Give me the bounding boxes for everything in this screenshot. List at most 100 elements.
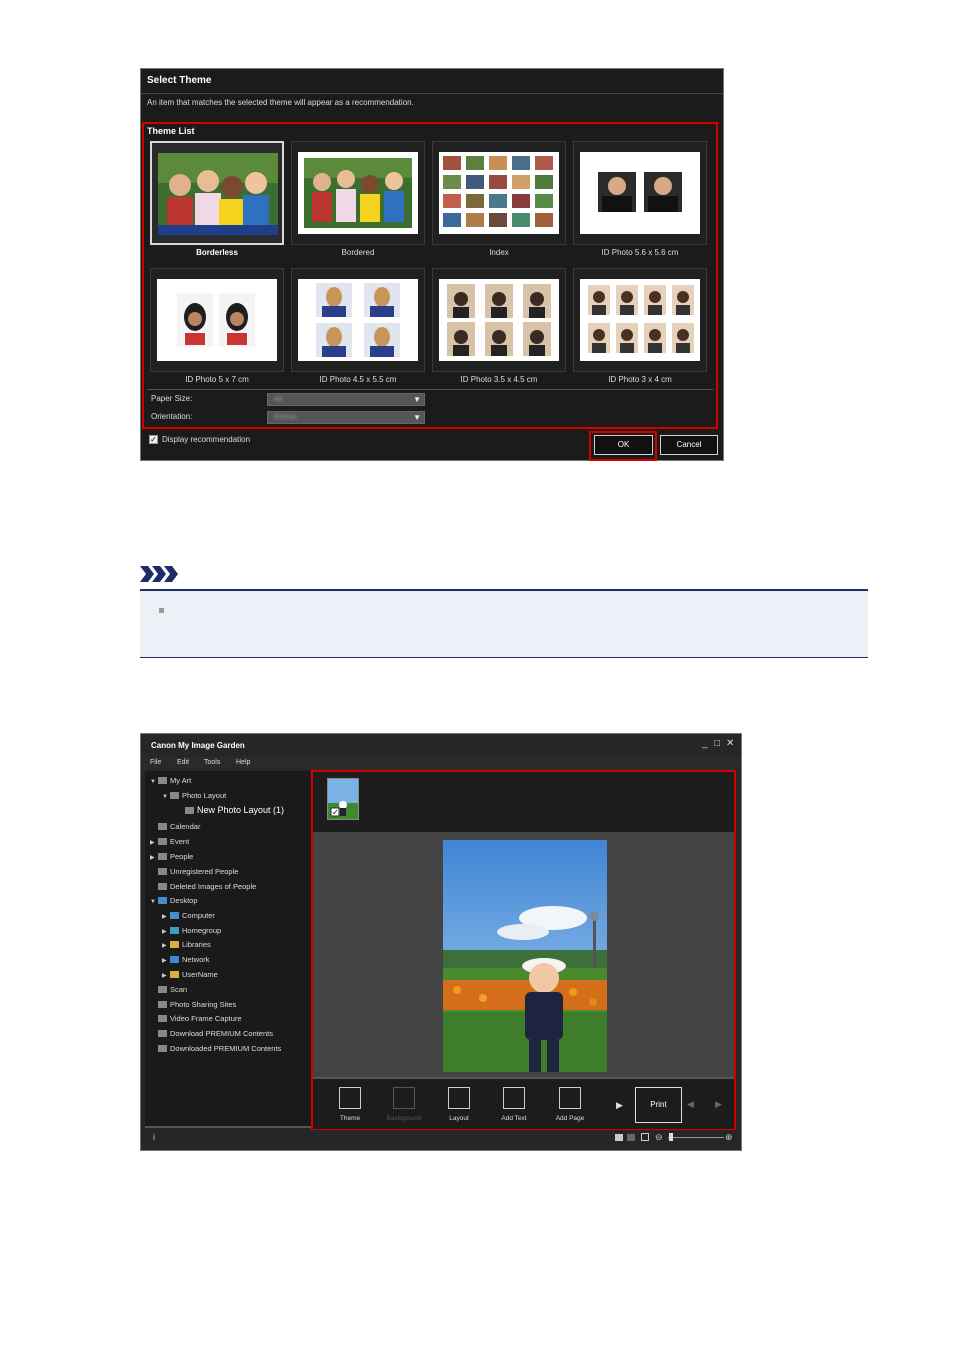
sidebar-item-network[interactable]: ▶ Network <box>162 955 210 964</box>
view-mode-icon[interactable] <box>615 1134 623 1141</box>
maximize-icon[interactable]: □ <box>714 738 720 749</box>
sidebar-item-people[interactable]: ▶ People <box>150 852 193 861</box>
desktop-icon <box>158 897 167 904</box>
options-divider <box>147 389 713 390</box>
person-icon <box>158 868 167 875</box>
close-icon[interactable]: ✕ <box>726 738 734 749</box>
chevron-down-icon: ▼ <box>150 779 156 785</box>
sidebar-item-computer[interactable]: ▶ Computer <box>162 911 215 920</box>
download-icon <box>158 1030 167 1037</box>
folder-icon <box>170 971 179 978</box>
orientation-value: Portrait <box>274 414 297 421</box>
zoom-slider-thumb[interactable] <box>669 1133 673 1141</box>
theme-label: ID Photo 3.5 x 4.5 cm <box>460 375 538 384</box>
fit-to-window-icon[interactable] <box>641 1133 649 1141</box>
menu-tools[interactable]: Tools <box>204 759 220 766</box>
kids-photo-icon <box>158 153 278 235</box>
theme-id-photo-3-4[interactable] <box>573 268 707 372</box>
theme-id-photo-4-5-5-5[interactable] <box>291 268 425 372</box>
theme-preview <box>439 279 559 361</box>
window-title: Canon My Image Garden <box>151 741 245 750</box>
sidebar-item-homegroup[interactable]: ▶ Homegroup <box>162 926 221 935</box>
theme-id-photo-5-7[interactable] <box>150 268 284 372</box>
zoom-in-icon[interactable]: ⊕ <box>725 1132 733 1143</box>
display-recommendation-checkbox[interactable]: ✓ <box>149 435 158 444</box>
theme-label: ID Photo 5 x 7 cm <box>185 375 249 384</box>
theme-preview <box>298 279 418 361</box>
sidebar-item-label: Event <box>170 837 190 846</box>
sidebar-item-label: Network <box>182 955 210 964</box>
theme-id-photo-3-5-4-5[interactable] <box>432 268 566 372</box>
sidebar-item-label: Deleted Images of People <box>170 882 257 891</box>
sidebar-item-download-premium[interactable]: Download PREMIUM Contents <box>158 1029 273 1038</box>
sidebar-item-video-frame-capture[interactable]: Video Frame Capture <box>158 1014 242 1023</box>
cancel-button[interactable]: Cancel <box>660 435 718 455</box>
sidebar-item-label: Homegroup <box>182 926 222 935</box>
scan-icon <box>158 986 167 993</box>
calendar-icon <box>158 823 167 830</box>
paper-size-label: Paper Size: <box>151 394 193 403</box>
sidebar-item-label: Scan <box>170 985 188 994</box>
id-photo-icon <box>588 285 694 353</box>
sidebar-item-label: Photo Layout <box>182 791 227 800</box>
sidebar-item-desktop[interactable]: ▼ Desktop <box>150 896 198 905</box>
theme-label: ID Photo 5.6 x 5.6 cm <box>601 248 679 257</box>
theme-bordered[interactable] <box>291 141 425 245</box>
chevron-right-icon: ▶ <box>162 973 167 979</box>
sidebar-item-downloaded-premium[interactable]: Downloaded PREMIUM Contents <box>158 1044 281 1053</box>
minimize-icon[interactable]: _ <box>702 738 708 749</box>
note-chevrons-icon <box>140 566 178 582</box>
info-icon[interactable]: i <box>153 1132 155 1142</box>
kids-photo-icon <box>304 158 412 228</box>
sidebar-item-label: New Photo Layout (1) <box>197 805 285 815</box>
menu-edit[interactable]: Edit <box>177 759 189 766</box>
ok-button[interactable]: OK <box>594 435 653 455</box>
photo-layout-icon <box>185 807 194 814</box>
paper-size-select[interactable]: A4 ▼ <box>267 393 425 406</box>
sidebar-item-libraries[interactable]: ▶ Libraries <box>162 940 211 949</box>
sidebar-item-label: Download PREMIUM Contents <box>170 1029 273 1038</box>
dialog-description: An item that matches the selected theme … <box>147 98 414 107</box>
sidebar-item-scan[interactable]: Scan <box>158 985 187 994</box>
sidebar-resize-handle[interactable] <box>145 1126 311 1128</box>
menu-help[interactable]: Help <box>236 759 250 766</box>
zoom-slider[interactable] <box>668 1137 724 1138</box>
index-grid-icon <box>443 156 553 227</box>
network-icon <box>170 956 179 963</box>
id-photo-icon <box>316 283 400 357</box>
sidebar-item-label: Desktop <box>170 896 198 905</box>
id-photo-icon <box>598 172 682 212</box>
person-icon <box>158 853 167 860</box>
sidebar-item-label: People <box>170 852 194 861</box>
sidebar-item-photo-sharing[interactable]: Photo Sharing Sites <box>158 1000 236 1009</box>
chevron-right-icon: ▶ <box>162 929 167 935</box>
orientation-label: Orientation: <box>151 412 193 421</box>
theme-preview <box>580 279 700 361</box>
sidebar-item-my-art[interactable]: ▼ My Art <box>150 776 191 785</box>
person-outline-icon <box>158 883 167 890</box>
sidebar-item-label: My Art <box>170 776 192 785</box>
sidebar-item-label: Calendar <box>170 822 201 831</box>
zoom-out-icon[interactable]: ⊖ <box>655 1132 663 1143</box>
theme-label: ID Photo 3 x 4 cm <box>608 375 672 384</box>
sidebar-item-calendar[interactable]: Calendar <box>158 822 200 831</box>
sidebar-item-deleted-images[interactable]: Deleted Images of People <box>158 882 256 891</box>
theme-borderless[interactable] <box>150 141 284 245</box>
sidebar-item-label: Video Frame Capture <box>170 1014 242 1023</box>
sidebar-item-new-photo-layout[interactable]: New Photo Layout (1) <box>185 805 284 815</box>
menu-file[interactable]: File <box>150 759 161 766</box>
chevron-down-icon: ▼ <box>413 413 421 422</box>
theme-id-photo-5-6[interactable] <box>573 141 707 245</box>
chevron-down-icon: ▼ <box>413 395 421 404</box>
theme-index[interactable] <box>432 141 566 245</box>
view-mode-alt-icon[interactable] <box>627 1134 635 1141</box>
orientation-select[interactable]: Portrait ▼ <box>267 411 425 424</box>
sidebar-item-event[interactable]: ▶ Event <box>150 837 189 846</box>
sidebar-item-photo-layout[interactable]: ▼ Photo Layout <box>162 791 226 800</box>
theme-preview <box>298 152 418 234</box>
sidebar-item-label: Photo Sharing Sites <box>170 1000 237 1009</box>
dialog-title: Select Theme <box>147 75 212 86</box>
sidebar-item-username[interactable]: ▶ UserName <box>162 970 218 979</box>
select-theme-dialog: Select Theme An item that matches the se… <box>140 68 724 461</box>
sidebar-item-unregistered-people[interactable]: Unregistered People <box>158 867 238 876</box>
